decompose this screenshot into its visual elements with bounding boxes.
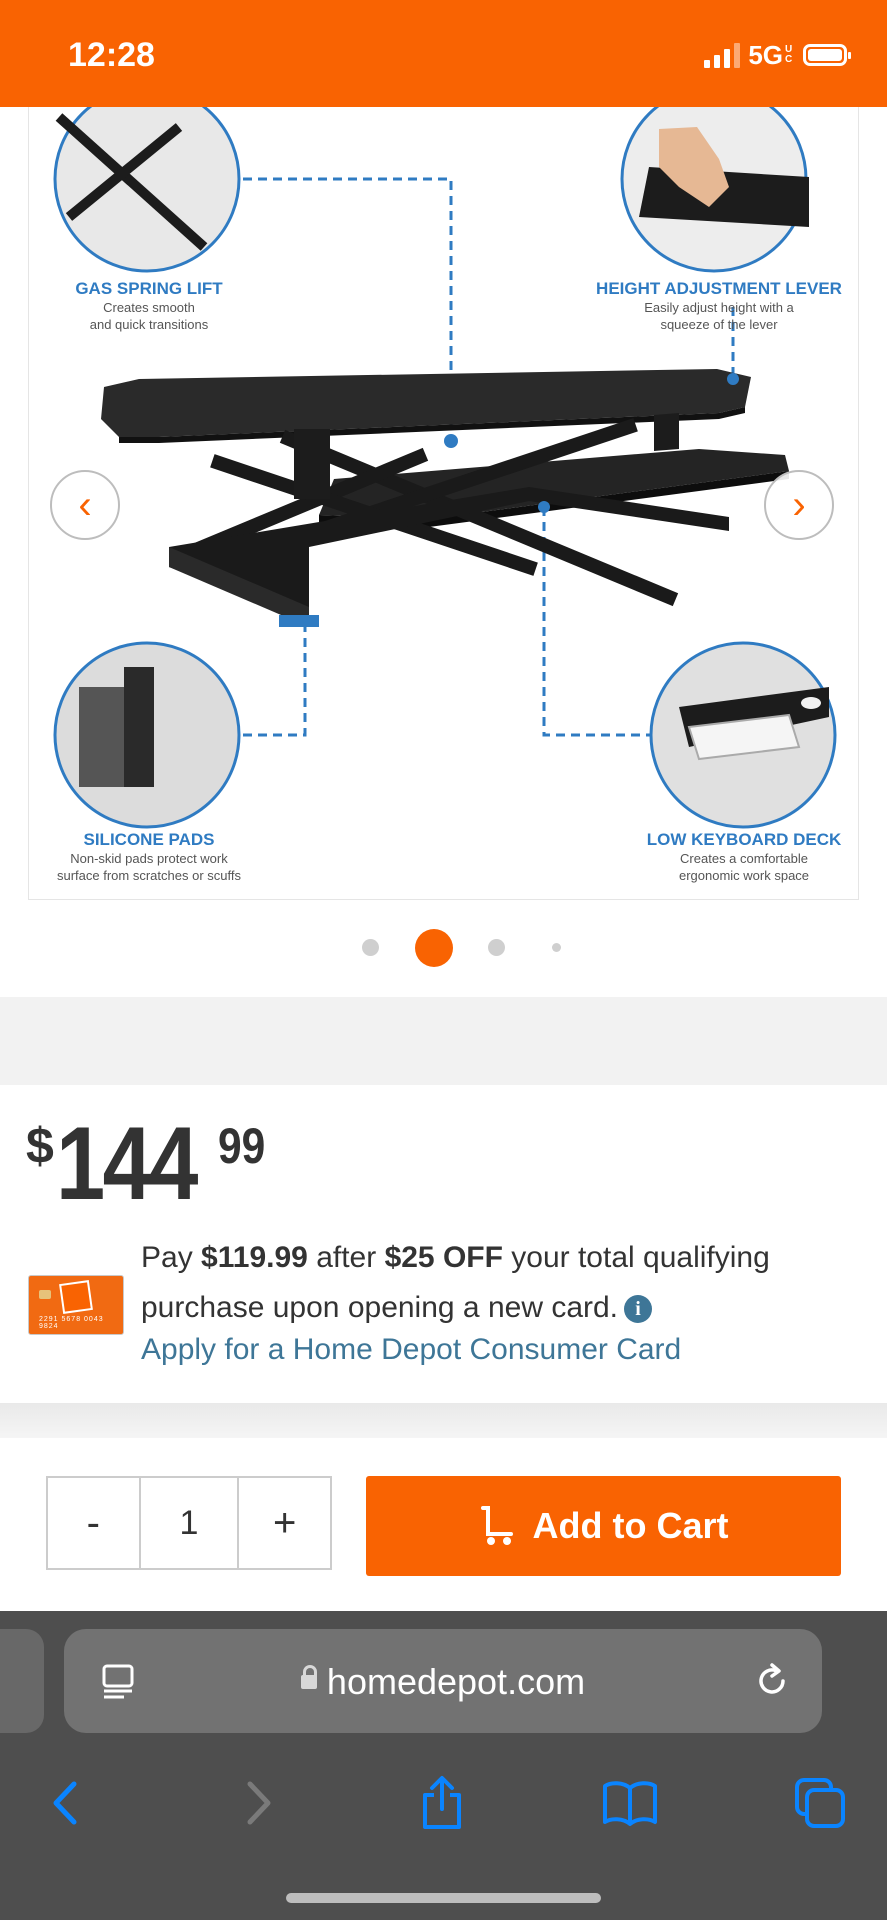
section-shadow: [0, 1403, 887, 1438]
carousel-dot-active[interactable]: [415, 929, 453, 967]
callout-text: Easily adjust height with a: [644, 300, 794, 315]
callout-text: and quick transitions: [89, 317, 209, 332]
section-divider: [0, 997, 887, 1085]
carousel-dot[interactable]: [488, 939, 505, 956]
callout-gas-spring: GAS SPRING LIFT Creates smooth and quick…: [39, 279, 259, 333]
battery-icon: [803, 44, 851, 66]
chevron-left-icon: [53, 1781, 77, 1825]
lock-icon: [300, 1665, 317, 1690]
quantity-stepper: - 1 +: [46, 1476, 332, 1570]
price-section: $ 144 99 2291 5678 0043 9824 Pay $119.99…: [0, 1085, 887, 1403]
back-button[interactable]: [36, 1773, 96, 1833]
card-number: 2291 5678 0043 9824: [39, 1316, 104, 1330]
add-to-cart-label: Add to Cart: [532, 1505, 729, 1546]
quantity-decrease-button[interactable]: -: [48, 1478, 139, 1568]
promo-pay: Pay: [141, 1241, 193, 1274]
callout-silicone-pads: SILICONE PADS Non-skid pads protect work…: [29, 830, 269, 884]
add-to-cart-bar: - 1 + Add to Cart: [0, 1438, 887, 1611]
reload-icon[interactable]: [752, 1661, 792, 1701]
callout-title: GAS SPRING LIFT: [75, 279, 223, 298]
info-icon[interactable]: i: [624, 1295, 653, 1324]
address-bar[interactable]: homedepot.com: [64, 1629, 822, 1733]
callout-title: SILICONE PADS: [83, 830, 215, 849]
card-chip: [39, 1290, 51, 1299]
browser-chrome: homedepot.com: [0, 1611, 887, 1920]
browser-toolbar: [0, 1761, 887, 1861]
chevron-right-icon: [247, 1781, 271, 1825]
carousel-dot[interactable]: [362, 939, 379, 956]
signal-icon: [704, 42, 741, 68]
tabs-button[interactable]: [790, 1773, 850, 1833]
price-dollars: 144: [56, 1106, 198, 1222]
price-currency: $: [26, 1118, 54, 1174]
cart-icon: [480, 1506, 513, 1545]
callout-text: squeeze of the lever: [660, 317, 778, 332]
card-promo-text: Pay $119.99 after $25 OFF your total qua…: [141, 1233, 861, 1333]
url-text: homedepot.com: [326, 1661, 586, 1702]
price-cents: 99: [218, 1118, 266, 1174]
previous-tab-peek[interactable]: [0, 1629, 44, 1733]
product-image[interactable]: GAS SPRING LIFT Creates smooth and quick…: [28, 107, 859, 900]
callout-height-lever: HEIGHT ADJUSTMENT LEVER Easily adjust he…: [589, 279, 849, 333]
callout-text: ergonomic work space: [678, 868, 810, 883]
callout-text: Non-skid pads protect work: [70, 851, 228, 866]
share-icon: [423, 1776, 461, 1829]
share-button[interactable]: [412, 1773, 472, 1833]
standing-desk-illustration: [53, 107, 837, 829]
status-icons: 5G UC: [704, 38, 851, 72]
callout-text: Creates a comfortable: [680, 851, 808, 866]
credit-card-image: 2291 5678 0043 9824: [28, 1275, 124, 1335]
carousel-next-button[interactable]: ›: [764, 470, 834, 540]
callout-text: surface from scratches or scuffs: [57, 868, 241, 883]
promo-after: after: [316, 1241, 377, 1274]
callout-title: HEIGHT ADJUSTMENT LEVER: [596, 279, 842, 298]
forward-button[interactable]: [228, 1773, 288, 1833]
carousel-dots: [0, 927, 887, 967]
network-suffix: UC: [785, 44, 793, 65]
apply-card-link[interactable]: Apply for a Home Depot Consumer Card: [141, 1333, 681, 1367]
chevron-left-icon: ‹: [78, 482, 92, 527]
quantity-input[interactable]: 1: [138, 1478, 240, 1568]
product-gallery: GAS SPRING LIFT Creates smooth and quick…: [0, 107, 887, 997]
tabs-icon: [795, 1778, 845, 1828]
promo-amount: $119.99: [201, 1241, 308, 1274]
carousel-prev-button[interactable]: ‹: [50, 470, 120, 540]
home-depot-logo: [59, 1280, 93, 1314]
book-icon: [603, 1781, 657, 1826]
chevron-right-icon: ›: [792, 482, 806, 527]
quantity-increase-button[interactable]: +: [239, 1478, 330, 1568]
status-time: 12:28: [68, 36, 155, 74]
promo-discount: $25 OFF: [384, 1241, 503, 1274]
url-display: homedepot.com: [64, 1661, 822, 1703]
callout-text: Creates smooth: [103, 300, 195, 315]
callout-title: LOW KEYBOARD DECK: [646, 830, 842, 849]
home-indicator[interactable]: [286, 1893, 601, 1903]
status-bar: 12:28 5G UC: [0, 0, 887, 107]
callout-keyboard-deck: LOW KEYBOARD DECK Creates a comfortable …: [629, 830, 858, 884]
network-type: 5G: [748, 39, 783, 70]
carousel-dot[interactable]: [552, 943, 561, 952]
add-to-cart-button[interactable]: Add to Cart: [366, 1476, 841, 1576]
bookmarks-button[interactable]: [600, 1773, 660, 1833]
